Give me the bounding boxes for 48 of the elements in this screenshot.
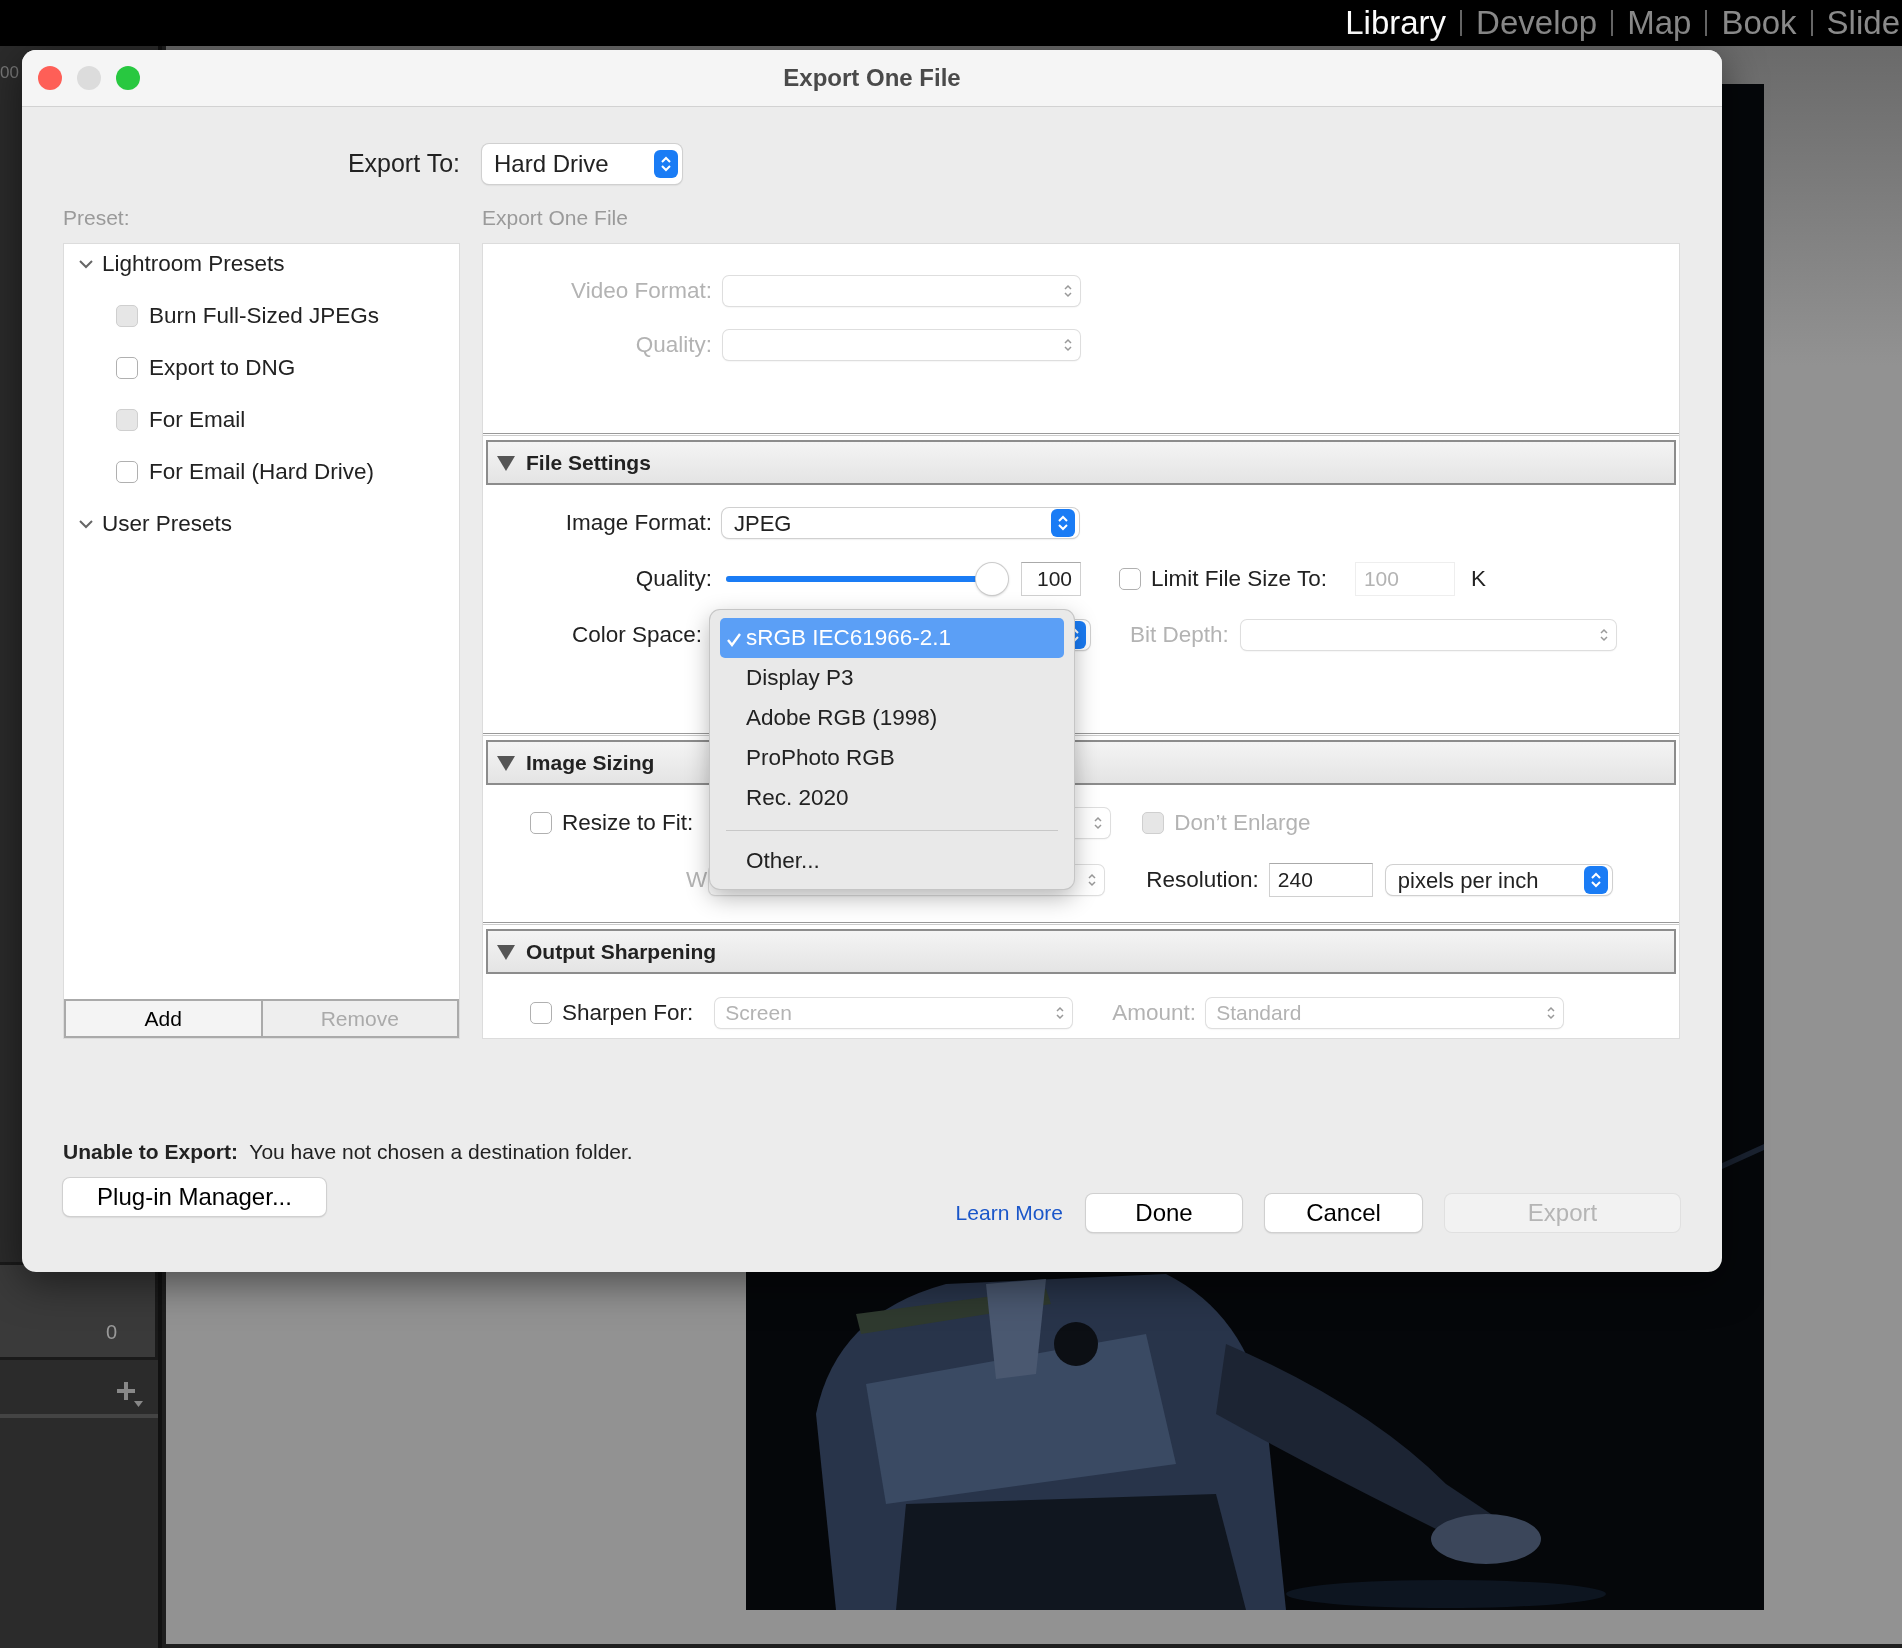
field-label: Quality: — [634, 565, 712, 594]
tree-folder[interactable]: Lightroom Presets — [102, 247, 285, 281]
field-label: Color Space: — [571, 622, 702, 648]
field-label: W — [686, 866, 708, 895]
module-tab[interactable]: Book — [1721, 3, 1797, 43]
field-label: Video Format: — [570, 277, 712, 306]
window-title: Export One File — [783, 63, 961, 93]
image-format-dropdown[interactable]: JPEG — [722, 508, 1079, 538]
learn-more-link[interactable]: Learn More — [955, 1197, 1063, 1229]
field-label: Quality: — [634, 331, 712, 360]
module-tab[interactable]: Map — [1627, 3, 1692, 43]
quality-field[interactable]: 100 — [1021, 562, 1081, 596]
menu-item[interactable]: Other... — [720, 841, 1064, 881]
field-label: Export To: — [346, 148, 460, 180]
tree-folder[interactable]: User Presets — [102, 507, 233, 541]
checkbox-label: Don’t Enlarge — [1174, 809, 1311, 838]
export-to-dropdown[interactable]: Hard Drive — [482, 144, 682, 184]
preset-item[interactable]: Export to DNG — [149, 351, 296, 385]
section-header[interactable]: Output Sharpening — [486, 929, 1676, 974]
resolution-unit-dropdown[interactable]: pixels per inch — [1385, 865, 1612, 895]
preset-item[interactable]: For Email (Hard Drive) — [149, 455, 375, 489]
menu-item[interactable]: Display P3 — [720, 658, 1064, 698]
zoom-label: 00 — [0, 62, 19, 84]
menu-item[interactable]: Adobe RGB (1998) — [720, 698, 1064, 738]
field-label: Resolution: — [1146, 866, 1259, 895]
preset-item[interactable]: For Email — [149, 403, 246, 437]
module-tab[interactable]: Develop — [1476, 3, 1598, 43]
checkbox-label: Sharpen For: — [562, 999, 694, 1028]
field-label: Image Format: — [564, 509, 712, 538]
checkbox-label: Resize to Fit: — [562, 809, 694, 838]
module-tab[interactable]: Library — [1345, 3, 1447, 43]
preset-item[interactable]: Burn Full-Sized JPEGs — [149, 299, 380, 333]
menu-item[interactable]: ProPhoto RGB — [720, 738, 1064, 778]
module-tab[interactable]: Slide — [1826, 3, 1900, 43]
status-message: Unable to Export: You have not chosen a destination folder. — [63, 1139, 634, 1165]
field-label: Bit Depth: — [1130, 621, 1229, 650]
checkbox-label: Limit File Size To: — [1151, 565, 1327, 594]
plugin-manager-button[interactable]: Plug-in Manager... — [63, 1178, 326, 1216]
section-label: Preset: — [63, 206, 130, 229]
section-label: Export One File — [482, 206, 628, 229]
count-label: 0 — [105, 1320, 117, 1345]
unit-label: K — [1470, 565, 1486, 594]
section-header[interactable]: File Settings — [486, 440, 1676, 485]
dialog-button[interactable]: Done — [1086, 1194, 1242, 1232]
field-label: Amount: — [1112, 999, 1197, 1028]
dialog-button[interactable]: Cancel — [1265, 1194, 1422, 1232]
resolution-field[interactable]: 240 — [1268, 863, 1373, 897]
preset-button[interactable]: Add — [64, 999, 263, 1038]
